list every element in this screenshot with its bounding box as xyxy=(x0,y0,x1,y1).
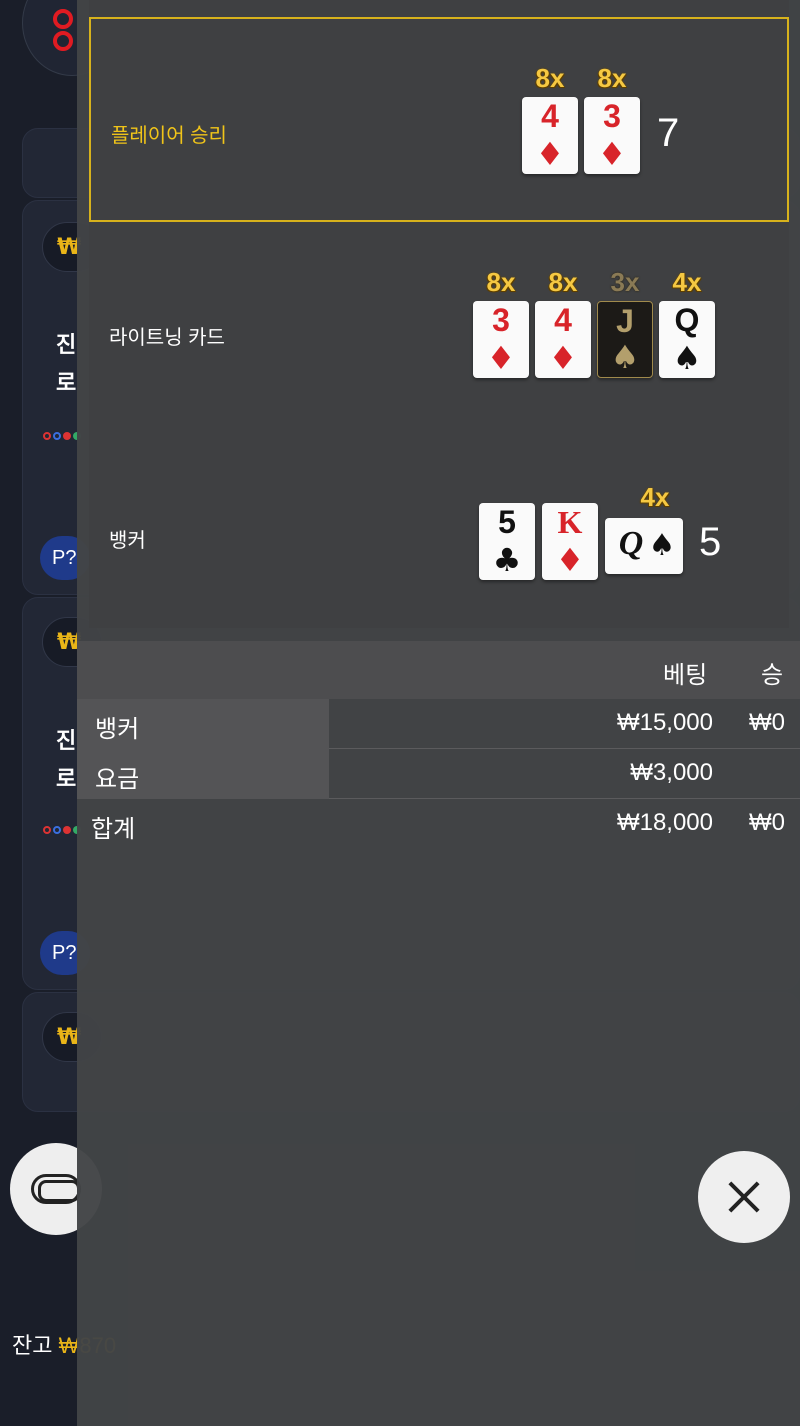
roadmap-dots xyxy=(42,822,82,841)
lightning-cards-row: 라이트닝 카드 8x 8x 3x 4x 3 ♦ 4 ♦ J ♠ Q ♠ xyxy=(89,224,789,424)
card-multiplier: 8x xyxy=(486,267,516,297)
banker-card: K ♦ xyxy=(542,503,598,580)
diamond-icon: ♦ xyxy=(597,135,627,173)
lobby-card-text: 진로 xyxy=(56,728,77,791)
player-card: 3 ♦ xyxy=(584,97,640,174)
header-bet: 베팅 xyxy=(663,662,708,689)
banker-score: 5 xyxy=(699,520,722,564)
diamond-icon: ♦ xyxy=(555,541,585,579)
roadmap-dots xyxy=(42,428,82,447)
card-multiplier: 8x xyxy=(548,267,578,297)
total-row: 합계 ₩18,000 ₩0 xyxy=(77,799,800,849)
diamond-icon: ♦ xyxy=(548,339,578,377)
lightning-card: J ♠ xyxy=(597,301,653,378)
table-row: 요금 ₩3,000 xyxy=(77,749,800,799)
banker-label: 뱅커 xyxy=(109,530,146,552)
lightning-card: 4 ♦ xyxy=(535,301,591,378)
total-win: ₩0 xyxy=(749,809,785,836)
lightning-card: 3 ♦ xyxy=(473,301,529,378)
lightning-card: Q ♠ xyxy=(659,301,715,378)
banker-result-row: 뱅커 4x 5 ♣ K ♦ Q ♠ 5 xyxy=(89,426,789,626)
player-result-row: 플레이어 승리 8x 8x 4 ♦ 3 ♦ 7 xyxy=(89,17,789,222)
diamond-icon: ♦ xyxy=(535,135,565,173)
spade-icon: ♠ xyxy=(610,338,640,376)
diamond-icon: ♦ xyxy=(486,339,516,377)
bet-amount: ₩3,000 xyxy=(630,759,713,786)
banker-third-card: Q ♠ xyxy=(605,518,683,574)
player-label: 플레이어 승리 xyxy=(111,125,227,147)
bets-table: 베팅 승 뱅커 ₩15,000 ₩0 요금 ₩3,000 합계 ₩18,000 … xyxy=(77,641,800,849)
table-icon xyxy=(31,1174,81,1204)
spade-icon: ♠ xyxy=(648,528,676,563)
table-row: 뱅커 ₩15,000 ₩0 xyxy=(77,699,800,749)
card-multiplier: 4x xyxy=(672,267,702,297)
header-win: 승 xyxy=(761,662,784,689)
card-multiplier: 3x xyxy=(610,267,640,297)
results-area: 플레이어 승리 8x 8x 4 ♦ 3 ♦ 7 라이트닝 카드 8x 8x 3x 4… xyxy=(89,0,789,628)
total-bet: ₩18,000 xyxy=(616,809,713,836)
bet-amount: ₩15,000 xyxy=(616,709,713,736)
card-multiplier: 8x xyxy=(535,63,565,93)
logo-rings-icon xyxy=(53,9,77,53)
lightning-label: 라이트닝 카드 xyxy=(109,327,225,349)
lobby-card-text: 진로 xyxy=(56,332,77,395)
round-result-panel: 플레이어 승리 8x 8x 4 ♦ 3 ♦ 7 라이트닝 카드 8x 8x 3x 4… xyxy=(77,0,800,1426)
win-amount: ₩0 xyxy=(749,709,785,736)
banker-card: 5 ♣ xyxy=(479,503,535,580)
close-button[interactable] xyxy=(698,1151,790,1243)
player-card: 4 ♦ xyxy=(522,97,578,174)
bet-label: 뱅커 xyxy=(95,716,140,743)
total-label: 합계 xyxy=(91,816,136,843)
player-score: 7 xyxy=(657,111,680,155)
card-multiplier: 4x xyxy=(640,482,670,512)
club-icon: ♣ xyxy=(492,541,522,579)
card-multiplier: 8x xyxy=(597,63,627,93)
spade-icon: ♠ xyxy=(672,339,702,377)
bet-label: 요금 xyxy=(95,766,140,793)
bets-table-header: 베팅 승 xyxy=(77,641,800,699)
